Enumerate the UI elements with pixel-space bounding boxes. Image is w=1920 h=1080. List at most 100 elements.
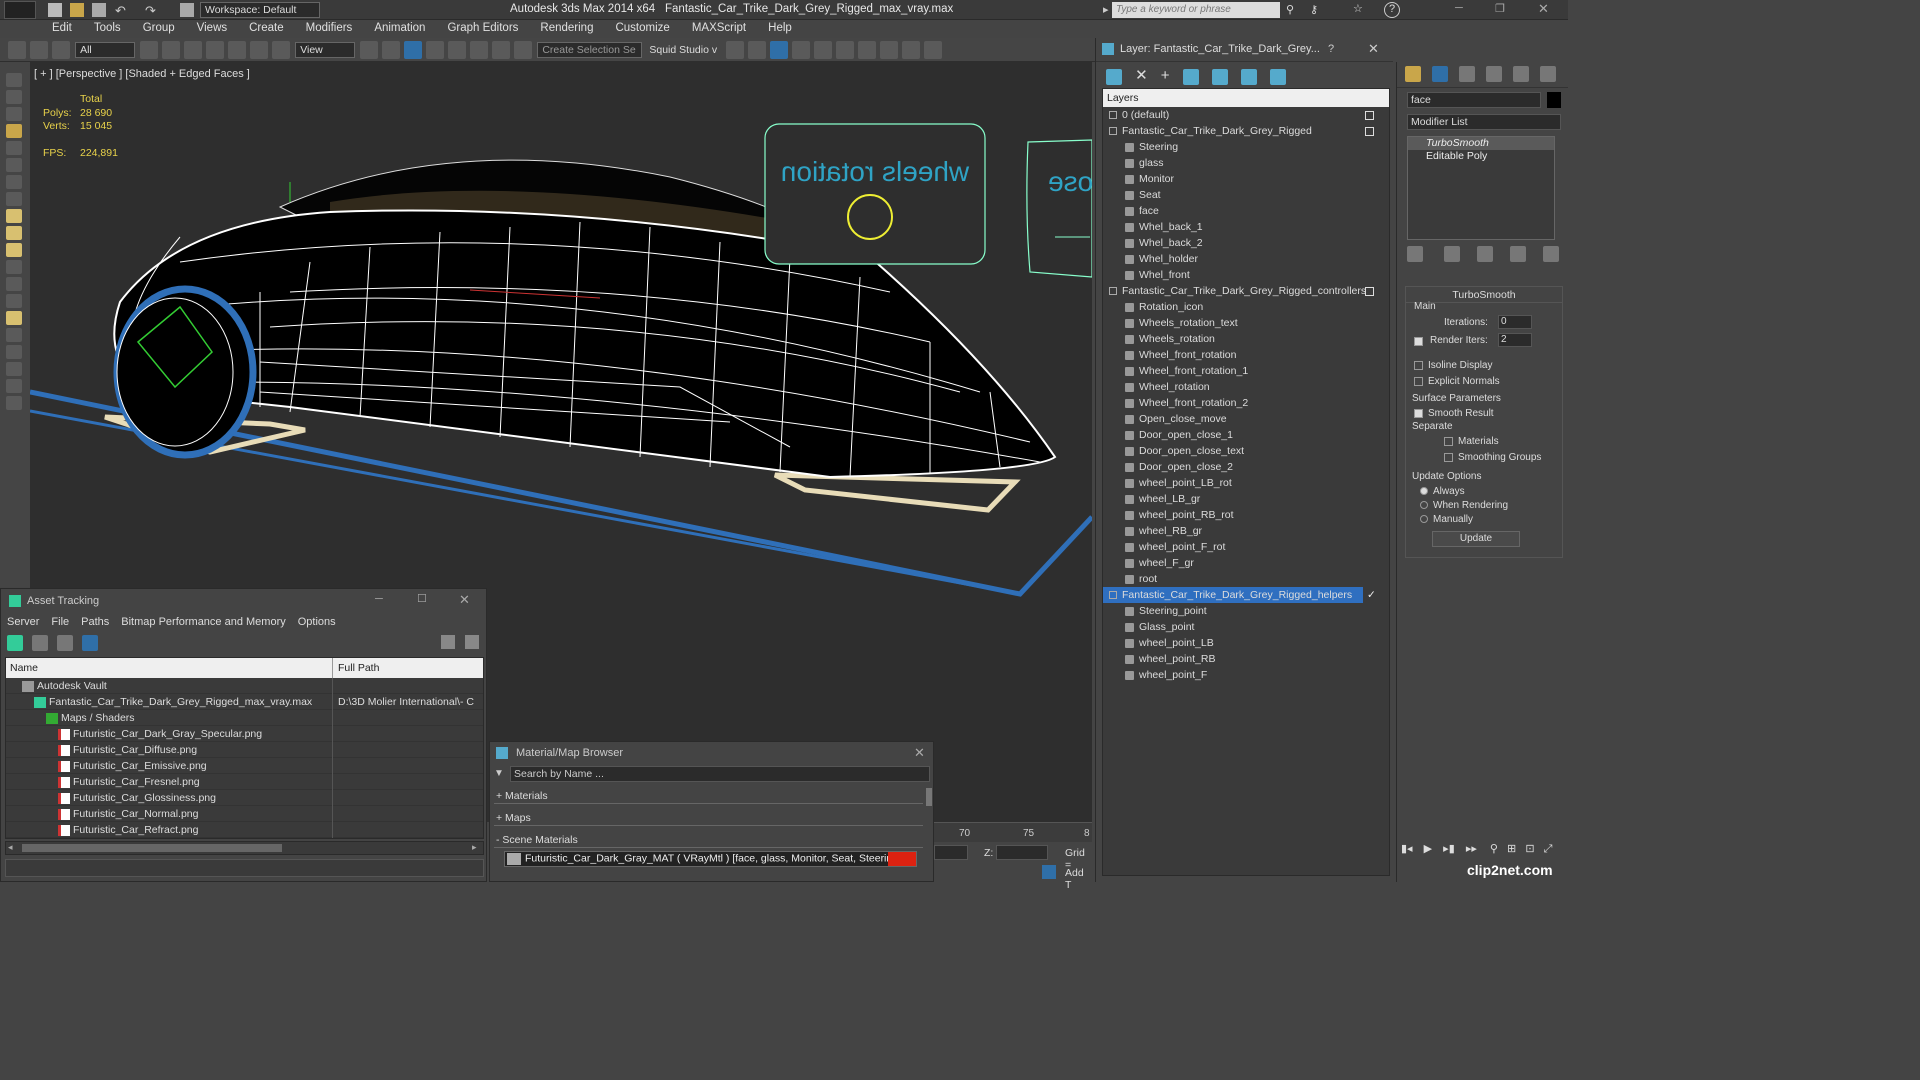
layer-row[interactable]: Fantastic_Car_Trike_Dark_Grey_Rigged (1103, 123, 1389, 139)
layer-freeze-icon[interactable] (1269, 69, 1286, 86)
prev-frame-icon[interactable]: ▮◂ (1401, 843, 1413, 855)
help-icon[interactable]: ? (1384, 2, 1400, 18)
display-tab-icon[interactable] (1513, 66, 1530, 82)
left-tool-8-icon[interactable] (6, 192, 22, 206)
key-icon[interactable]: ⚷ (1310, 3, 1318, 16)
smoothing-groups-checkbox[interactable]: Smoothing Groups (1444, 451, 1541, 463)
layer-object-row[interactable]: Steering (1103, 139, 1389, 155)
layer-object-row[interactable]: wheel_F_gr (1103, 555, 1389, 571)
pin-stack-icon[interactable] (1407, 246, 1423, 262)
menu-edit[interactable]: Edit (52, 22, 72, 34)
left-tool-20-icon[interactable] (6, 396, 22, 410)
zoom-extents-icon[interactable]: ⊡ (1525, 843, 1534, 855)
left-tool-10-icon[interactable] (6, 226, 22, 240)
left-tool-7-icon[interactable] (6, 175, 22, 189)
maximize-viewport-icon[interactable]: ⤢ (1544, 843, 1553, 855)
asset-maximize-icon[interactable]: ☐ (417, 592, 427, 605)
update-button[interactable]: Update (1432, 531, 1520, 547)
remove-modifier-icon[interactable] (1510, 246, 1527, 262)
modify-tab-icon[interactable] (1432, 66, 1449, 82)
stack-item-turbosmooth[interactable]: TurboSmooth (1408, 137, 1554, 150)
asset-row[interactable]: Autodesk Vault (6, 678, 483, 694)
menu-create[interactable]: Create (249, 22, 284, 34)
menu-group[interactable]: Group (143, 22, 175, 34)
utilities-tab-icon[interactable] (1540, 66, 1557, 82)
layer-expand-icon[interactable] (1109, 591, 1117, 600)
asset-row[interactable]: Futuristic_Car_Glossiness.png (6, 790, 483, 806)
asset-row[interactable]: Futuristic_Car_Emissive.png (6, 758, 483, 774)
stack-item-editable-poly[interactable]: Editable Poly (1408, 150, 1554, 163)
menu-graph-editors[interactable]: Graph Editors (447, 22, 518, 34)
left-tool-19-icon[interactable] (6, 379, 22, 393)
layer-delete-icon[interactable]: ✕ (1135, 67, 1148, 84)
select-object-icon[interactable] (140, 41, 159, 59)
render-setup-icon[interactable] (880, 41, 899, 59)
undo-icon[interactable]: ↶ (115, 3, 126, 19)
layer-object-row[interactable]: Whel_holder (1103, 251, 1389, 267)
keyword-search-input[interactable]: Type a keyword or phrase (1112, 2, 1280, 18)
asset-list-icon[interactable] (32, 635, 49, 651)
menu-animation[interactable]: Animation (374, 22, 425, 34)
minimize-icon[interactable]: ─ (1455, 2, 1463, 14)
layer-manager-icon[interactable] (770, 41, 789, 59)
link-icon[interactable] (8, 41, 26, 59)
door-sign-text[interactable]: ose (1048, 166, 1092, 198)
left-tool-9-icon[interactable] (6, 209, 22, 223)
keyboard-shortcut-icon[interactable] (404, 41, 423, 59)
menu-help[interactable]: Help (768, 22, 792, 34)
snap-toggle-icon[interactable] (426, 41, 445, 59)
left-tool-17-icon[interactable] (6, 345, 22, 359)
asset-refresh-icon[interactable] (7, 635, 23, 651)
left-tool-18-icon[interactable] (6, 362, 22, 376)
asset-minimize-icon[interactable]: ─ (375, 593, 383, 605)
layer-active-box-icon[interactable] (1365, 111, 1374, 120)
left-tool-13-icon[interactable] (6, 277, 22, 291)
left-tool-1-icon[interactable] (6, 73, 22, 87)
active-layer-check-icon[interactable]: ✓ (1367, 587, 1376, 603)
layer-object-row[interactable]: Wheel_front_rotation (1103, 347, 1389, 363)
layer-close-icon[interactable]: ✕ (1368, 41, 1379, 57)
wheels-rotation-sign-text[interactable]: wheels rotation (775, 156, 975, 188)
show-end-result-icon[interactable] (1444, 246, 1461, 262)
layer-help-icon[interactable]: ? (1328, 43, 1334, 55)
layer-hide-icon[interactable] (1240, 69, 1257, 86)
mirror-icon[interactable] (726, 41, 745, 59)
close-icon[interactable]: ✕ (1538, 1, 1549, 17)
maps-group[interactable]: + Maps (494, 812, 923, 826)
menu-modifiers[interactable]: Modifiers (306, 22, 353, 34)
goto-end-icon[interactable]: ▸▸ (1466, 843, 1477, 855)
iterations-spinner[interactable]: 0 (1498, 315, 1532, 329)
layer-active-box-icon[interactable] (1365, 127, 1374, 136)
always-radio[interactable]: Always (1420, 485, 1465, 497)
modifier-list-dropdown[interactable]: Modifier List (1407, 114, 1561, 130)
explicit-normals-checkbox[interactable]: Explicit Normals (1414, 375, 1500, 387)
object-name-field[interactable]: face (1407, 92, 1541, 108)
configure-sets-icon[interactable] (1543, 246, 1560, 262)
asset-scroll-thumb[interactable] (22, 844, 282, 852)
asset-menu-paths[interactable]: Paths (81, 616, 109, 628)
rect-selection-icon[interactable] (184, 41, 203, 59)
layer-row[interactable]: Fantastic_Car_Trike_Dark_Grey_Rigged_con… (1103, 283, 1389, 299)
layer-object-row[interactable]: root (1103, 571, 1389, 587)
left-tool-14-icon[interactable] (6, 294, 22, 308)
restore-icon[interactable]: ❐ (1495, 2, 1505, 15)
window-crossing-icon[interactable] (206, 41, 225, 59)
time-slider-ruler[interactable]: 70 75 8 (934, 822, 1092, 842)
left-tool-15-icon[interactable] (6, 311, 22, 325)
binoculars-icon[interactable]: ⚲ (1286, 3, 1294, 16)
layer-object-row[interactable]: wheel_point_F_rot (1103, 539, 1389, 555)
asset-row[interactable]: Futuristic_Car_Refract.png (6, 822, 483, 838)
left-tool-12-icon[interactable] (6, 260, 22, 274)
left-tool-6-icon[interactable] (6, 158, 22, 172)
matbrowser-close-icon[interactable]: ✕ (914, 745, 925, 761)
layer-object-row[interactable]: wheel_RB_gr (1103, 523, 1389, 539)
asset-row[interactable]: Futuristic_Car_Dark_Gray_Specular.png (6, 726, 483, 742)
manipulate-icon[interactable] (382, 41, 401, 59)
layer-add-icon[interactable]: + (1161, 67, 1170, 84)
matbrowser-search-input[interactable]: Search by Name ... (510, 766, 930, 782)
layer-object-row[interactable]: Monitor (1103, 171, 1389, 187)
hierarchy-tab-icon[interactable] (1459, 66, 1476, 82)
asset-close-icon[interactable]: ✕ (459, 592, 470, 608)
layer-object-row[interactable]: Seat (1103, 187, 1389, 203)
left-tool-3-icon[interactable] (6, 107, 22, 121)
